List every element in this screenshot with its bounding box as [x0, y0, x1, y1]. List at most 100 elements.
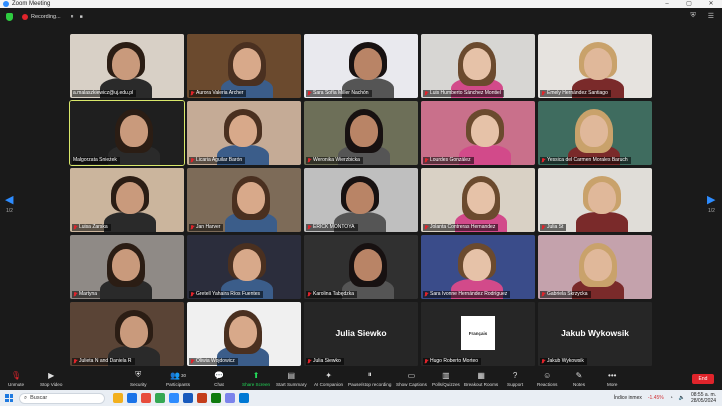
participants-button[interactable]: 👥 30 Participants: [166, 370, 190, 388]
taskbar-search-input[interactable]: ⌕ Buscar: [19, 392, 105, 404]
pause-stop-recording-button[interactable]: ⏸ Pause/stop recording: [348, 370, 391, 387]
muted-microphone-icon: [307, 359, 311, 364]
person-face: [580, 115, 608, 147]
video-tile[interactable]: Julieta N and Daniela R: [70, 302, 184, 366]
video-tile[interactable]: Julia Siewko Julia Siewko: [304, 302, 418, 366]
person-face: [467, 182, 495, 214]
edge-browser-icon[interactable]: [127, 393, 137, 403]
video-tile[interactable]: Martyna: [70, 235, 184, 299]
video-tile[interactable]: Malgorzata Śnieżek: [69, 100, 185, 166]
zoom-app-icon[interactable]: [169, 393, 179, 403]
start-summary-button[interactable]: ▤ Start Summary: [276, 370, 307, 388]
polls-quizzes-button[interactable]: ▥ Polls/Quizzes: [432, 370, 460, 388]
video-tile[interactable]: Gabriela Skrzycka: [538, 235, 652, 299]
breakout-rooms-button[interactable]: ▦ Breakout Rooms: [464, 370, 498, 388]
next-page-arrow-icon[interactable]: ▶: [707, 193, 715, 206]
ai-companion-button[interactable]: ✦ AI Companion: [314, 370, 343, 388]
participant-name-label: Gabriela Skrzycka: [540, 291, 591, 298]
participant-name-label: a.malaszkiewicz@uj.edu.pl: [72, 90, 137, 97]
sparkle-icon: ✦: [325, 370, 332, 380]
volume-icon[interactable]: 🔈: [679, 395, 685, 401]
support-button[interactable]: ? Support: [507, 370, 523, 388]
end-meeting-button[interactable]: End: [692, 374, 714, 384]
video-tile[interactable]: Français Hugo Roberto Morteo: [421, 302, 535, 366]
video-tile[interactable]: ERICK MONTOYA: [304, 168, 418, 232]
file-explorer-icon[interactable]: [113, 393, 123, 403]
participants-count: 30: [180, 372, 186, 378]
more-button[interactable]: ••• More: [607, 370, 617, 388]
video-tile[interactable]: Gretell Yahaira Ríos Fuentes: [187, 235, 301, 299]
windows-start-icon[interactable]: [5, 394, 13, 402]
video-tile[interactable]: Julia St: [538, 168, 652, 232]
show-captions-button[interactable]: ▭ Show Captions: [396, 370, 427, 388]
muted-microphone-icon: [307, 225, 311, 230]
muted-microphone-icon: [541, 225, 545, 230]
chrome-icon[interactable]: [155, 393, 165, 403]
video-tile[interactable]: Jakub Wykowsik Jakub Wykowsik: [538, 302, 652, 366]
store-icon[interactable]: [141, 393, 151, 403]
page-indicator-left: 1/2: [6, 208, 13, 214]
stop-recording-icon[interactable]: ■: [80, 14, 83, 20]
taskbar-clock[interactable]: 08:55 a. m. 28/05/2024: [691, 392, 716, 404]
video-tile[interactable]: Jan Harver: [187, 168, 301, 232]
participant-name-label: Lourdes González: [423, 157, 474, 164]
breakout-rooms-icon: ▦: [477, 370, 485, 380]
muted-microphone-icon: [424, 292, 428, 297]
participant-name-label: Julia St: [540, 224, 567, 231]
wifi-icon[interactable]: ◔: [670, 395, 673, 401]
participant-name-label: Jan Harver: [189, 224, 224, 231]
video-tile[interactable]: Sara Sofía Miller Nachón: [304, 34, 418, 98]
minimize-button[interactable]: –: [656, 0, 678, 8]
view-layout-icon[interactable]: ☰: [708, 12, 714, 20]
stock-index-change: -1.45%: [647, 395, 664, 401]
pause-recording-icon[interactable]: ⏸: [71, 14, 74, 21]
word-icon[interactable]: [183, 393, 193, 403]
previous-page-arrow-icon[interactable]: ◀: [5, 193, 13, 206]
reactions-button[interactable]: ☺ Reactions: [537, 370, 557, 388]
participant-name-label: Oliwia Wojdowicz: [189, 358, 238, 365]
video-tile[interactable]: Licaria Aguilar Barón: [187, 101, 301, 165]
participant-name-label: Jakub Wykowsik: [540, 358, 587, 365]
notes-button[interactable]: ✎ Notes: [573, 370, 585, 388]
video-tile[interactable]: Weronika Wierzbicka: [304, 101, 418, 165]
participant-display-name: Julia Siewko: [335, 328, 387, 338]
stop-video-button[interactable]: ▶ Stop Video: [40, 370, 62, 388]
meeting-topbar: Recording... ⏸ ■ ⛨ ☰: [0, 8, 722, 26]
encryption-shield-icon[interactable]: [6, 13, 13, 21]
person-face: [233, 48, 261, 80]
participant-display-name: Jakub Wykowsik: [561, 328, 629, 338]
teams-icon[interactable]: [225, 393, 235, 403]
maximize-button[interactable]: ▢: [678, 0, 700, 8]
video-tile[interactable]: Sara Ivonne Hernández Rodríguez: [421, 235, 535, 299]
security-shield-icon: ⛨: [135, 370, 142, 379]
powerpoint-icon[interactable]: [197, 393, 207, 403]
person-face: [354, 249, 382, 281]
video-tile[interactable]: a.malaszkiewicz@uj.edu.pl: [70, 34, 184, 98]
shield-view-icon[interactable]: ⛨: [690, 12, 695, 20]
muted-microphone-icon: [541, 158, 545, 163]
video-tile[interactable]: Karolina Tabędzka: [304, 235, 418, 299]
video-tile[interactable]: Oliwia Wojdowicz: [187, 302, 301, 366]
close-button[interactable]: ✕: [700, 0, 722, 8]
stock-index-label[interactable]: Índice inmex: [614, 395, 642, 401]
share-screen-button[interactable]: ⬆ Share Screen: [242, 370, 270, 388]
excel-icon[interactable]: [211, 393, 221, 403]
system-tray: Índice inmex -1.45% ◔ 🔈 08:55 a. m. 28/0…: [614, 392, 716, 404]
video-tile[interactable]: Luis Humberto Sánchez Montiel: [421, 34, 535, 98]
outlook-icon[interactable]: [239, 393, 249, 403]
video-tile[interactable]: Aurora Valeria Archer: [187, 34, 301, 98]
participant-name-label: Aurora Valeria Archer: [189, 90, 247, 97]
search-icon: ⌕: [24, 394, 28, 401]
video-tile[interactable]: Emely Hernández Santiago: [538, 34, 652, 98]
chat-button[interactable]: 💬 Chat: [214, 370, 224, 388]
muted-microphone-icon: [541, 359, 545, 364]
security-button[interactable]: ⛨ Security: [130, 370, 147, 387]
video-tile[interactable]: Luisa Zarska: [70, 168, 184, 232]
person-face: [120, 316, 148, 348]
unmute-button[interactable]: 🎙 Unmute: [8, 370, 24, 388]
person-face: [584, 48, 612, 80]
muted-microphone-icon: [190, 225, 194, 230]
video-tile[interactable]: Jolanta Contreras Hernandez: [421, 168, 535, 232]
video-tile[interactable]: Yessica del Carmen Morales Baruch: [538, 101, 652, 165]
video-tile[interactable]: Lourdes González: [421, 101, 535, 165]
